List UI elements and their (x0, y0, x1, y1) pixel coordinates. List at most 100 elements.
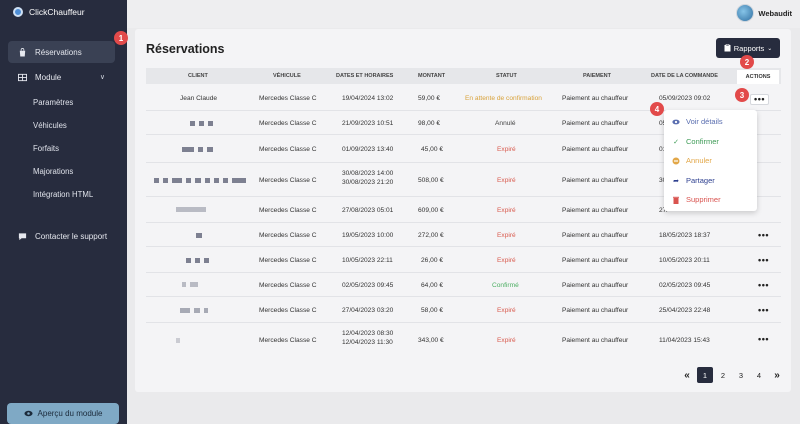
header-paiement: PAIEMENT (583, 73, 612, 79)
chevron-down-icon: ⌄ (767, 45, 773, 52)
pagination-page-1[interactable]: 1 (697, 367, 713, 383)
pagination-page-2[interactable]: 2 (715, 367, 731, 383)
eye-icon (672, 119, 680, 124)
pagination-page-4[interactable]: 4 (751, 367, 767, 383)
clipboard-icon (724, 44, 731, 52)
page-title: Réservations (146, 42, 225, 56)
step-badge-1: 1 (114, 31, 128, 45)
menu-item-confirmer[interactable]: ✓ Confirmer (672, 137, 719, 146)
cell-statut: En attente de confirmation (465, 95, 542, 102)
menu-item-annuler[interactable]: Annuler (672, 156, 712, 165)
cell-date-commande: 10/05/2023 20:11 (659, 257, 710, 264)
sidebar-item-parametres[interactable]: Paramètres (33, 98, 73, 107)
cell-vehicule: Mercedes Classe C (259, 282, 317, 289)
cell-statut: Expiré (497, 257, 516, 264)
menu-item-label: Partager (686, 176, 715, 185)
cell-montant: 59,00 € (418, 95, 440, 102)
table-row[interactable]: Mercedes Classe C 19/05/2023 10:00 272,0… (146, 223, 781, 247)
sidebar-item-vehicules[interactable]: Véhicules (33, 121, 67, 130)
table-row[interactable]: Mercedes Classe C 27/04/2023 03:20 58,00… (146, 297, 781, 323)
step-badge-2: 2 (740, 55, 754, 69)
cell-statut: Expiré (497, 177, 516, 184)
check-icon: ✓ (673, 138, 679, 146)
sidebar-item-label: Module (35, 72, 62, 82)
menu-item-voir-details[interactable]: Voir détails (672, 117, 723, 126)
preview-module-button[interactable]: Aperçu du module (7, 403, 119, 424)
cell-montant: 64,00 € (421, 282, 443, 289)
cell-dates: 10/05/2023 22:11 (342, 257, 393, 264)
redacted-client (196, 233, 202, 238)
cell-paiement: Paiement au chauffeur (562, 120, 629, 127)
cell-paiement: Paiement au chauffeur (562, 146, 629, 153)
cell-statut: Expiré (497, 307, 516, 314)
row-actions-button[interactable]: ••• (758, 255, 769, 265)
bag-icon (19, 47, 26, 57)
cell-date-commande: 02/05/2023 09:45 (659, 282, 711, 289)
menu-item-label: Voir détails (686, 117, 723, 126)
cell-vehicule: Mercedes Classe C (259, 257, 317, 264)
header-date-commande: DATE DE LA COMMANDE (651, 73, 718, 79)
pagination: « 1 2 3 4 » (679, 367, 785, 383)
cell-vehicule: Mercedes Classe C (259, 120, 317, 127)
sidebar-item-majorations[interactable]: Majorations (33, 167, 73, 176)
cell-vehicule: Mercedes Classe C (259, 232, 317, 239)
cell-montant: 609,00 € (418, 207, 444, 214)
row-actions-button[interactable]: ••• (758, 280, 769, 290)
cell-dates: 19/04/2024 13:02 (342, 95, 394, 102)
sidebar-item-module[interactable]: Module ∨ (8, 66, 115, 88)
cell-paiement: Paiement au chauffeur (562, 232, 629, 239)
cell-dates: 27/04/2023 03:20 (342, 307, 394, 314)
brand[interactable]: ClickChauffeur (13, 7, 85, 17)
table-row[interactable]: Mercedes Classe C 10/05/2023 22:11 26,00… (146, 247, 781, 273)
cell-statut: Expiré (497, 146, 516, 153)
redacted-client (176, 207, 206, 212)
user-name: Webaudit (758, 8, 792, 18)
step-badge-4: 4 (650, 102, 664, 116)
cell-montant: 45,00 € (421, 146, 443, 153)
cell-date-commande: 05/09/2023 09:02 (659, 95, 711, 102)
share-icon: ➦ (673, 177, 679, 185)
cell-dates: 19/05/2023 10:00 (342, 232, 394, 239)
pagination-prev[interactable]: « (679, 367, 695, 383)
chat-icon (18, 232, 27, 240)
cell-statut: Confirmé (492, 282, 519, 289)
sidebar-item-forfaits[interactable]: Forfaits (33, 144, 59, 153)
redacted-client (182, 147, 213, 152)
table-row[interactable]: Mercedes Classe C 02/05/2023 09:45 64,00… (146, 273, 781, 297)
header-statut: STATUT (496, 73, 517, 79)
table-row[interactable]: Mercedes Classe C 12/04/2023 08:30 12/04… (146, 323, 781, 357)
cell-montant: 58,00 € (421, 307, 443, 314)
pagination-next[interactable]: » (769, 367, 785, 383)
chevron-down-icon: ∨ (99, 74, 105, 81)
header-montant: MONTANT (418, 73, 446, 79)
cancel-icon (672, 157, 680, 164)
menu-item-supprimer[interactable]: Supprimer (672, 195, 721, 204)
cell-statut: Annulé (495, 120, 516, 127)
row-actions-button[interactable]: ••• (758, 230, 769, 240)
row-actions-button[interactable]: ••• (750, 94, 769, 105)
trash-icon (673, 196, 679, 204)
sidebar-item-label: Contacter le support (35, 231, 108, 241)
user-menu[interactable]: Webaudit (736, 4, 792, 22)
menu-item-partager[interactable]: ➦ Partager (672, 176, 715, 185)
cell-montant: 26,00 € (421, 257, 443, 264)
cell-paiement: Paiement au chauffeur (562, 282, 629, 289)
cell-date-commande: 11/04/2023 15:43 (659, 337, 710, 344)
sidebar-item-integration-html[interactable]: Intégration HTML (33, 190, 93, 199)
pagination-page-3[interactable]: 3 (733, 367, 749, 383)
cell-dates: 30/08/2023 14:00 (342, 170, 394, 177)
cell-dates: 21/09/2023 10:51 (342, 120, 394, 127)
menu-item-label: Annuler (686, 156, 712, 165)
cell-dates-end: 12/04/2023 11:30 (342, 339, 393, 346)
cell-dates: 01/09/2023 13:40 (342, 146, 394, 153)
table-row[interactable]: Jean Claude Mercedes Classe C 19/04/2024… (146, 87, 781, 111)
menu-item-label: Confirmer (686, 137, 719, 146)
redacted-client (154, 178, 246, 183)
cell-paiement: Paiement au chauffeur (562, 337, 629, 344)
cell-vehicule: Mercedes Classe C (259, 337, 317, 344)
row-actions-button[interactable]: ••• (758, 334, 769, 344)
sidebar-item-support[interactable]: Contacter le support (8, 225, 115, 247)
sidebar-item-reservations[interactable]: Réservations (8, 41, 115, 63)
row-actions-button[interactable]: ••• (758, 305, 769, 315)
cell-montant: 98,00 € (418, 120, 440, 127)
